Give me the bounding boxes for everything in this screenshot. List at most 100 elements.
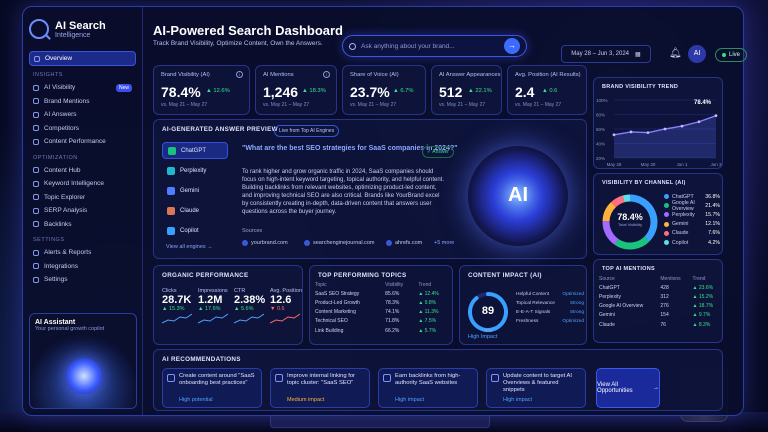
table-cell: ▲ 7.5% (418, 318, 437, 325)
main-content: AI-Powered Search Dashboard Track Brand … (149, 7, 747, 415)
search-bar[interactable]: → (342, 35, 527, 57)
recommendation-text: Update content to target AI Overviews & … (503, 373, 572, 394)
sidebar-item-keyword-intelligence[interactable]: Keyword Intelligence (29, 177, 136, 191)
kpi-card-ai-mentions[interactable]: AI Mentions i 1,246 ▲ 18.3% vs. May 21 – … (255, 65, 337, 115)
view-all-engines-link[interactable]: View all engines → (166, 244, 213, 250)
kpi-card-avg-position[interactable]: Avg. Position (AI Results) 2.4 ▲ 0.6 vs.… (507, 65, 587, 115)
impact-row: Freshness Optimized (516, 319, 584, 328)
stat-value: 28.7K (162, 294, 192, 306)
kpi-card-brand-visibility[interactable]: Brand Visibility (AI) i 78.4% ▲ 12.6% vs.… (153, 65, 250, 115)
sidebar-item-topic-explorer[interactable]: Topic Explorer (29, 191, 136, 205)
search-icon (349, 42, 356, 50)
sidebar-item-content-hub[interactable]: Content Hub (29, 164, 136, 178)
table-cell: 428 (660, 284, 669, 291)
table-row[interactable]: Google AI Overview 276 ▲ 18.7% (596, 302, 722, 311)
engine-label: Perplexity (180, 167, 207, 174)
table-row[interactable]: Gemini 154 ▲ 9.7% (596, 311, 722, 320)
recommendation-card[interactable]: Improve internal linking for topic clust… (270, 368, 370, 408)
ai-assistant-card[interactable]: AI Assistant Your personal growth copilo… (29, 313, 137, 409)
source-link[interactable]: yourbrand.com (242, 240, 288, 246)
donut-slice (611, 195, 625, 208)
donut-slice (614, 236, 650, 250)
sidebar-item-ai-visibility[interactable]: AI Visibility New (29, 81, 136, 95)
impact-factor: E-E-A-T Signals (516, 310, 551, 315)
table-row[interactable]: SaaS SEO Strategy 85.6% ▲ 12.4% (312, 289, 452, 298)
avatar[interactable]: AI (688, 45, 706, 63)
sidebar-item-brand-mentions[interactable]: Brand Mentions (29, 95, 136, 109)
table-cell: Gemini (599, 312, 615, 319)
engine-tab-gemini[interactable]: Gemini (162, 182, 228, 199)
table-row[interactable]: Technical SEO 71.8% ▲ 7.5% (312, 317, 452, 326)
ai-brain-graphic: AI (468, 146, 568, 246)
column-header: Source (599, 275, 615, 282)
sidebar-item-backlinks[interactable]: Backlinks (29, 218, 136, 232)
table-row[interactable]: Claude 76 ▲ 8.3% (596, 320, 722, 329)
search-input[interactable] (361, 42, 499, 50)
engine-tab-chatgpt[interactable]: ChatGPT (162, 142, 228, 159)
search-submit-button[interactable]: → (504, 38, 520, 54)
sparkline (197, 313, 229, 324)
engine-tab-perplexity[interactable]: Perplexity (162, 162, 228, 179)
view-all-opportunities-button[interactable]: View All Opportunities → (596, 368, 660, 408)
sparkle-icon (33, 111, 39, 118)
recommendation-card[interactable]: Earn backlinks from high-authority SaaS … (378, 368, 478, 408)
kpi-card-answer-appearances[interactable]: AI Answer Appearances 512 ▲ 22.1% vs. Ma… (431, 65, 502, 115)
kpi-label: Avg. Position (AI Results) (515, 72, 581, 78)
table-row[interactable]: ChatGPT 428 ▲ 23.6% (596, 283, 722, 292)
topics-table: Topic Visibility Trend SaaS SEO Strategy 85… (312, 280, 452, 335)
kpi-delta: ▲ 6.7% (393, 88, 414, 94)
visibility-by-channel-card: VISIBILITY BY CHANNEL (AI) 78.4% Total V… (593, 173, 723, 255)
kpi-card-share-of-voice[interactable]: Share of Voice (AI) 23.7% ▲ 6.7% vs. May… (342, 65, 426, 115)
brand-logo[interactable]: AI Search Intelligence (29, 15, 136, 43)
organic-performance-card: ORGANIC PERFORMANCE Clicks 28.7K ▲ 15.3% Im… (153, 265, 303, 345)
table-row[interactable]: Content Marketing 74.1% ▲ 11.3% (312, 308, 452, 317)
sidebar-item-label: SERP Analysis (44, 207, 88, 215)
sidebar-item-alerts-reports[interactable]: Alerts & Reports (29, 246, 136, 260)
column-header: Visibility (385, 281, 404, 288)
table-row[interactable]: Link Building 66.2% ▲ 5.7% (312, 326, 452, 335)
impact-factor: Helpful Content (516, 292, 550, 297)
mentions-table: Source Mentions Trend ChatGPT 428 ▲ 23.6% Per… (596, 274, 722, 329)
globe-icon (304, 240, 310, 246)
sidebar-item-settings[interactable]: Settings (29, 273, 136, 287)
assistant-title: AI Assistant (35, 319, 76, 326)
sources-label: Sources (242, 228, 263, 234)
engine-tab-copilot[interactable]: Copilot (162, 222, 228, 239)
impact-row: Topical Relevance Strong (516, 301, 584, 310)
recommendation-level: High potential (179, 397, 213, 403)
table-cell: Content Marketing (315, 309, 356, 316)
stat-delta: ▲ 15.3% (162, 306, 185, 312)
table-cell: 312 (660, 293, 669, 300)
sidebar-item-overview[interactable]: Overview (29, 51, 136, 66)
source-link[interactable]: searchenginejournal.com (304, 240, 374, 246)
section-title: AI-GENERATED ANSWER PREVIEW (162, 126, 278, 133)
table-row[interactable]: Product-Led Growth 78.3% ▲ 9.8% (312, 298, 452, 307)
ai-recommendations-panel: AI RECOMMENDATIONS Create content around… (153, 349, 723, 411)
sidebar-item-competitors[interactable]: Competitors (29, 122, 136, 136)
live-dot-icon (721, 53, 726, 57)
info-icon[interactable]: i (323, 71, 330, 78)
sparkline-path (161, 313, 193, 324)
table-cell: 85.6% (385, 290, 400, 297)
chatgpt-icon (168, 146, 176, 155)
engine-tab-claude[interactable]: Claude (162, 202, 228, 219)
notification-bell-icon[interactable]: 🔔︎ (669, 48, 682, 59)
sidebar-item-serp-analysis[interactable]: SERP Analysis (29, 204, 136, 218)
sidebar-item-ai-answers[interactable]: AI Answers (29, 108, 136, 122)
table-row[interactable]: Perplexity 312 ▲ 15.2% (596, 292, 722, 301)
source-link[interactable]: ahrefs.com (386, 240, 422, 246)
more-sources-link[interactable]: +5 more (434, 240, 454, 246)
legend-item: Copilot 4.2% (664, 238, 720, 247)
info-icon[interactable]: i (236, 71, 243, 78)
y-tick-label: 80% (596, 113, 605, 118)
date-range-picker[interactable]: May 28 – Jun 3, 2024 ▦ (561, 45, 651, 63)
globe-icon (242, 240, 248, 246)
sidebar-item-integrations[interactable]: Integrations (29, 260, 136, 274)
x-tick-label: May 28 (607, 162, 622, 167)
recommendation-card[interactable]: Update content to target AI Overviews & … (486, 368, 586, 408)
recommendation-card[interactable]: Create content around "SaaS onboarding b… (162, 368, 262, 408)
impact-score-max: /100 (483, 328, 493, 333)
sidebar-item-content-performance[interactable]: Content Performance (29, 135, 136, 149)
nav-section-insights: INSIGHTS (33, 72, 63, 78)
trend-point (629, 130, 633, 134)
